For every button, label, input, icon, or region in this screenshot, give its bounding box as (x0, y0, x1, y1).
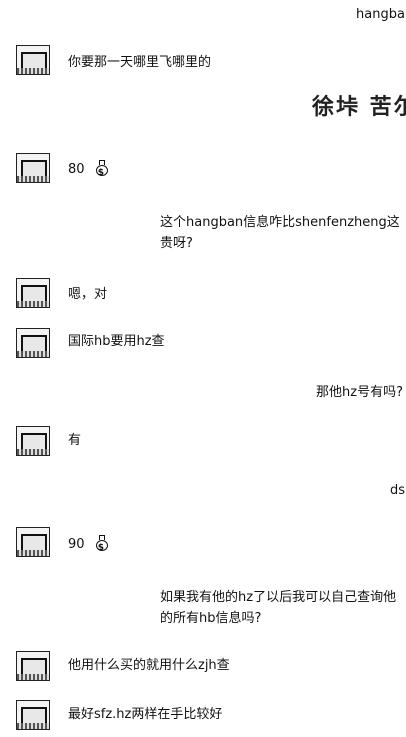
money-bag-icon (95, 160, 109, 182)
message-text: 最好sfz.hz两样在手比较好 (68, 707, 223, 722)
message-text: 他用什么买的就用什么zjh查 (68, 658, 230, 673)
avatar[interactable] (16, 700, 50, 730)
message-text: 贵呀? (160, 236, 193, 251)
message-text: 有 (68, 433, 82, 448)
avatar[interactable] (16, 426, 50, 456)
message-text: 嗯，对 (68, 287, 108, 302)
amount-text: 90 (68, 537, 85, 552)
message-text: 80 (68, 160, 109, 182)
money-bag-icon (95, 535, 109, 557)
avatar[interactable] (16, 328, 50, 358)
avatar[interactable] (16, 527, 50, 557)
message-text: 的所有hb信息吗? (160, 611, 262, 626)
avatar[interactable] (16, 153, 50, 183)
message-text: 如果我有他的hz了以后我可以自己查询他 (160, 590, 397, 605)
message-text: 你要那一天哪里飞哪里的 (68, 55, 212, 70)
message-text: 那他hz号有吗? (316, 385, 403, 400)
avatar[interactable] (16, 651, 50, 681)
avatar[interactable] (16, 45, 50, 75)
message-text: hangba (356, 7, 405, 22)
message-text: ds (390, 483, 406, 498)
avatar[interactable] (16, 278, 50, 308)
message-text: 90 (68, 535, 109, 557)
amount-text: 80 (68, 162, 85, 177)
message-text: 这个hangban信息咋比shenfenzheng这 (160, 215, 400, 230)
message-text: 徐垰 苦尔 (312, 94, 406, 120)
message-text: 国际hb要用hz查 (68, 334, 165, 349)
